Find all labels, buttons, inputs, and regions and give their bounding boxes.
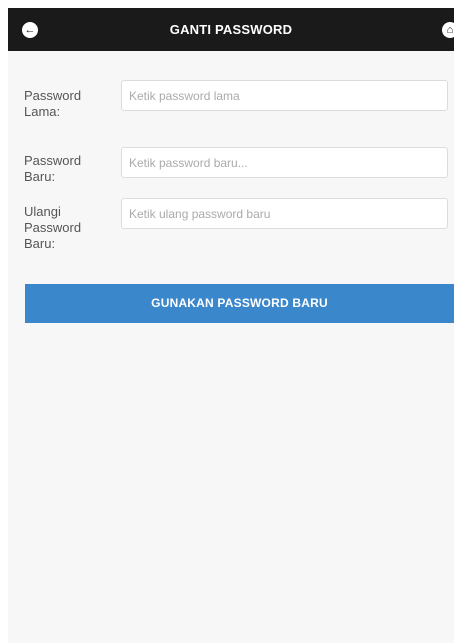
page-title: GANTI PASSWORD [169, 22, 293, 37]
app-screen: ← GANTI PASSWORD ⌂ Password Lama: Passwo… [8, 8, 454, 643]
old-password-input[interactable] [121, 80, 448, 111]
confirm-password-label-line-2: Password [24, 220, 82, 235]
confirm-password-label: Ulangi Password Baru: [24, 204, 104, 252]
confirm-password-input[interactable] [121, 198, 448, 229]
top-bar: ← GANTI PASSWORD ⌂ [8, 8, 454, 51]
new-password-label-line-1: Password [24, 153, 82, 168]
new-password-input[interactable] [121, 147, 448, 178]
old-password-label-line-2: Lama: [24, 104, 61, 119]
confirm-password-label-line-1: Ulangi [24, 204, 61, 219]
old-password-label: Password Lama: [24, 88, 104, 120]
new-password-label: Password Baru: [24, 153, 104, 185]
old-password-label-line-1: Password [24, 88, 82, 103]
use-new-password-button[interactable]: GUNAKAN PASSWORD BARU [25, 284, 454, 323]
home-icon[interactable]: ⌂ [442, 22, 454, 38]
new-password-label-line-2: Baru: [24, 169, 56, 184]
confirm-password-label-line-3: Baru: [24, 236, 56, 251]
